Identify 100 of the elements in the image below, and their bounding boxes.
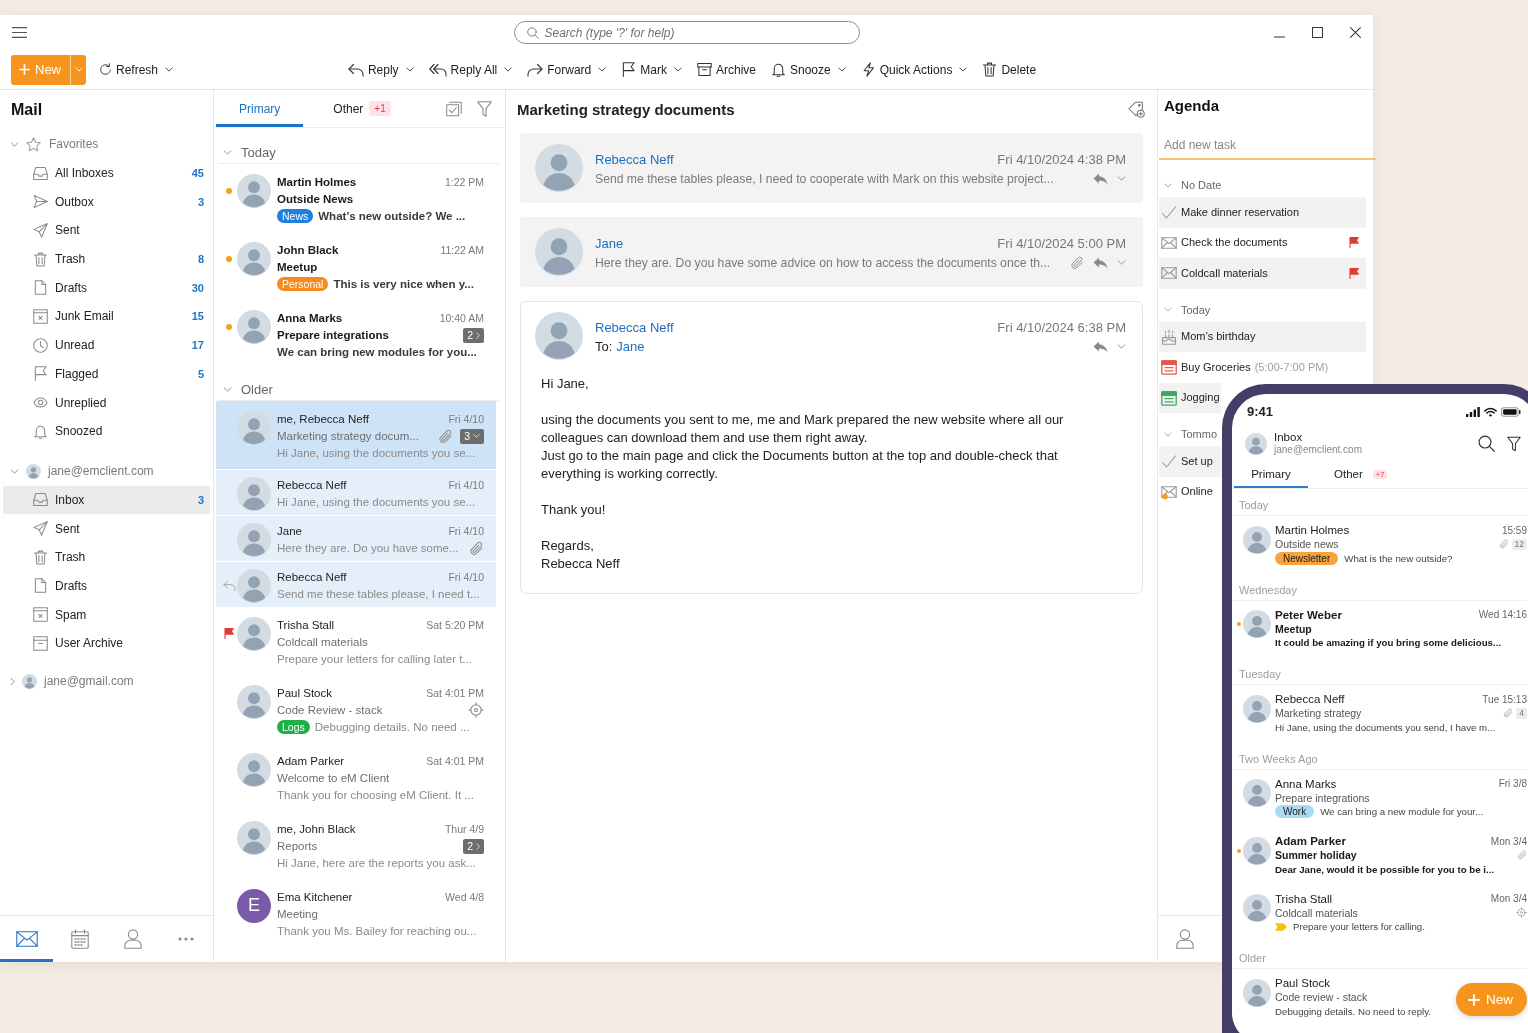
message-item[interactable]: Martin Holmes 1:22 PM Outside News News What’s new outside? We ... bbox=[216, 164, 496, 232]
reply-button[interactable]: Reply bbox=[347, 54, 414, 85]
agenda-item[interactable]: Buy Groceries (5:00-7:00 PM) bbox=[1159, 352, 1366, 383]
tag-plus-icon[interactable] bbox=[1128, 100, 1145, 118]
search-icon[interactable] bbox=[1478, 435, 1495, 452]
message-item[interactable]: Anna Marks Fri 3/8 Prepare integrations Work We can bring a new module for your... bbox=[1232, 769, 1528, 827]
calendar-icon bbox=[70, 929, 89, 949]
message-item[interactable]: Trisha Stall Mon 3/4 Coldcall materials Prepare your letters for calling. bbox=[1232, 884, 1528, 942]
message-item[interactable]: me, Rebecca Neff Fri 4/10 Marketing strategy docum... 3 Hi Jane, using the documents you se... bbox=[216, 401, 496, 469]
message-item[interactable]: Rebecca Neff Tue 15:13 Marketing strategy 4 Hi Jane, using the documents you send, I have m... bbox=[1232, 685, 1528, 743]
message-time: Mon 3/4 bbox=[1490, 835, 1527, 847]
message-item[interactable]: me, John Black Thur 4/9 Reports 2 Hi Jane, here are the reports you ask... bbox=[216, 811, 496, 879]
message-item[interactable]: Peter Weber Wed 14:16 Meetup It could be amazing if you bring some delicious... bbox=[1232, 600, 1528, 658]
account-item[interactable]: jane@emclient.com bbox=[0, 456, 213, 486]
refresh-button[interactable]: Refresh bbox=[99, 54, 174, 85]
message-item[interactable]: Paul Stock Sat 4:01 PM Code Review - stack Logs Debugging details. No need ... bbox=[216, 675, 496, 743]
folder-item[interactable]: Unread 17 bbox=[3, 330, 210, 360]
message-time: Sat 4:01 PM bbox=[425, 755, 484, 767]
signal-icon bbox=[1466, 406, 1480, 417]
message-preview: Hi Jane, using the documents you send, I have m... bbox=[1275, 721, 1496, 733]
email-body-paragraph: Regards, Rebecca Neff bbox=[541, 537, 621, 573]
folder-item[interactable]: Snoozed bbox=[3, 416, 210, 446]
person-icon[interactable] bbox=[1176, 929, 1194, 949]
chevron-down-icon[interactable] bbox=[223, 387, 232, 392]
collapsed-message-card[interactable]: Jane Fri 4/10/2024 5:00 PM Here they are. Do you have some advice on how to access the documents once th... bbox=[520, 217, 1143, 287]
folder-item[interactable]: Spam bbox=[3, 600, 210, 629]
agenda-item[interactable]: Coldcall materials bbox=[1159, 258, 1366, 289]
thread-count-toggle[interactable]: 2 bbox=[463, 327, 484, 343]
close-icon[interactable] bbox=[1350, 26, 1361, 38]
archive-button[interactable]: Archive bbox=[696, 54, 756, 85]
menu-icon[interactable] bbox=[12, 27, 27, 38]
unread-count: 3 bbox=[197, 195, 204, 208]
new-options-button[interactable] bbox=[70, 54, 86, 85]
message-item[interactable]: Paul Stock Code review - stack Debugging details. No need to reply. bbox=[1232, 969, 1455, 1027]
message-item[interactable]: Martin Holmes 15:59 Outside news 12 Newsletter What is the new outside? bbox=[1232, 516, 1528, 574]
agenda-item[interactable]: Check the documents bbox=[1159, 227, 1366, 258]
folder-item[interactable]: Junk Email 15 bbox=[3, 302, 210, 331]
message-subject: Marketing strategy bbox=[1275, 707, 1362, 719]
chevron-down-icon[interactable] bbox=[223, 150, 232, 155]
folder-item[interactable]: Sent bbox=[3, 216, 210, 245]
folder-tab[interactable]: Primary bbox=[1234, 458, 1308, 488]
thread-count-toggle[interactable]: 3 bbox=[460, 428, 484, 444]
checkbox-icon[interactable] bbox=[446, 100, 462, 117]
message-subject: Welcome to eM Client bbox=[277, 772, 390, 784]
recipient-link[interactable]: Jane bbox=[616, 339, 645, 354]
agenda-item[interactable]: Mom’s birthday bbox=[1159, 321, 1366, 352]
chevron-down-icon[interactable] bbox=[1117, 344, 1126, 349]
message-item[interactable]: Adam Parker Sat 4:01 PM Welcome to eM Client Thank you for choosing eM Client. It ... bbox=[216, 743, 496, 811]
chevron-down-icon[interactable] bbox=[1164, 431, 1172, 437]
maximize-icon[interactable] bbox=[1312, 26, 1323, 38]
chevron-down-icon[interactable] bbox=[1164, 307, 1172, 312]
folder-item[interactable]: Outbox 3 bbox=[3, 187, 210, 217]
avatar-icon bbox=[1243, 836, 1271, 865]
reply-arrow-icon[interactable] bbox=[1093, 172, 1108, 185]
avatar-icon bbox=[237, 568, 271, 603]
message-item[interactable]: Rebecca Neff Fri 4/10 Hi Jane, using the documents you se... bbox=[216, 469, 496, 515]
thread-count-toggle[interactable]: 2 bbox=[463, 838, 484, 854]
chevron-down-icon[interactable] bbox=[1164, 182, 1172, 188]
folder-item[interactable]: Drafts bbox=[3, 571, 210, 601]
message-item[interactable]: Anna Marks 10:40 AM Prepare integrations 2 We can bring new modules for you... bbox=[216, 300, 496, 368]
folder-item[interactable]: Inbox 3 bbox=[3, 485, 210, 515]
forward-button[interactable]: Forward bbox=[527, 54, 607, 85]
folder-tab[interactable]: Other +1 bbox=[303, 90, 401, 127]
folder-item[interactable]: User Archive bbox=[3, 629, 210, 658]
search-icon bbox=[526, 26, 539, 39]
folder-tab[interactable]: Primary bbox=[216, 90, 304, 127]
agenda-item[interactable]: Jogging bbox=[1159, 382, 1221, 413]
delete-button[interactable]: Delete bbox=[982, 54, 1037, 85]
folder-item[interactable]: Trash bbox=[3, 542, 210, 572]
chevron-down-icon[interactable] bbox=[1117, 176, 1126, 181]
message-item[interactable]: Rebecca Neff Fri 4/10 Send me these tables please, I need t... bbox=[216, 561, 496, 607]
search-field[interactable]: Search (type '?' for help) bbox=[513, 21, 860, 44]
sender-name: Trisha Stall bbox=[277, 619, 335, 631]
agenda-item-title: Mom’s birthday bbox=[1181, 330, 1256, 344]
message-item[interactable]: Jane Fri 4/10 Here they are. Do you have some... bbox=[216, 515, 496, 561]
agenda-item[interactable]: Make dinner reservation bbox=[1159, 197, 1366, 228]
reply-arrow-icon[interactable] bbox=[1093, 256, 1108, 269]
message-item[interactable]: Trisha Stall Sat 5:20 PM Coldcall materials Prepare your letters for calling later t... bbox=[216, 607, 496, 675]
agenda-item[interactable]: Set up bbox=[1159, 446, 1221, 477]
agenda-item[interactable]: Online bbox=[1159, 476, 1221, 507]
favorites-group-toggle[interactable]: Favorites bbox=[0, 130, 213, 159]
folder-item[interactable]: All Inboxes 45 bbox=[3, 158, 210, 188]
mark-button[interactable]: Mark bbox=[621, 54, 682, 85]
folder-item[interactable]: Trash 8 bbox=[3, 244, 210, 274]
reply-all-button[interactable]: Reply All bbox=[428, 54, 513, 85]
filter-icon[interactable] bbox=[1507, 435, 1521, 452]
folder-item[interactable]: Flagged 5 bbox=[3, 359, 210, 389]
message-item[interactable]: E Ema Kitchener Wed 4/8 Meeting Thank you Ms. Bailey for reaching ou... bbox=[216, 879, 496, 947]
reply-arrow-icon[interactable] bbox=[1093, 340, 1108, 353]
quick-actions-button[interactable]: Quick Actions bbox=[860, 54, 968, 85]
folder-item[interactable]: Unreplied bbox=[3, 388, 210, 417]
collapsed-message-card[interactable]: Rebecca Neff Fri 4/10/2024 4:38 PM Send me these tables please, I need to cooperate with Mark on this website project... bbox=[520, 133, 1143, 203]
new-task-field[interactable]: Add new task bbox=[1159, 120, 1376, 160]
snooze-button[interactable]: Snooze bbox=[771, 54, 846, 85]
account-item[interactable]: jane@gmail.com bbox=[0, 666, 213, 696]
message-item[interactable]: John Black 11:22 AM Meetup Personal This is very nice when y... bbox=[216, 232, 496, 300]
folder-item[interactable]: Drafts 30 bbox=[3, 273, 210, 303]
folder-item[interactable]: Sent bbox=[3, 514, 210, 543]
message-item[interactable]: Adam Parker Mon 3/4 Summer holiday Dear Jane, would it be possible for you to be i... bbox=[1232, 827, 1528, 885]
chevron-down-icon[interactable] bbox=[1117, 260, 1126, 265]
